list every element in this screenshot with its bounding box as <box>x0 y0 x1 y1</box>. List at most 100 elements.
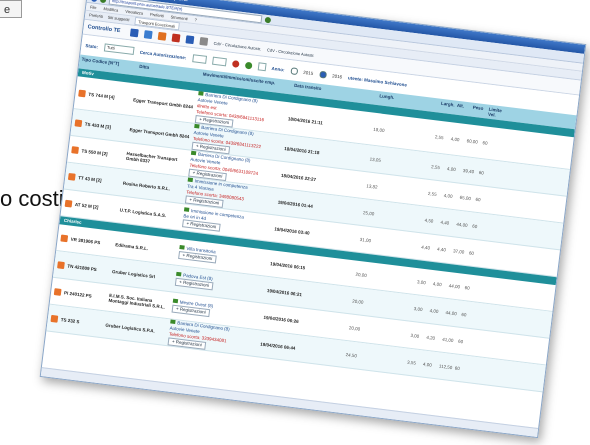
status-flag-icon <box>194 123 200 129</box>
header-peso[interactable]: Peso <box>470 104 487 116</box>
anno-radio-2015[interactable] <box>290 66 298 75</box>
vel-cell: 60 <box>464 284 471 291</box>
lungh-cell: 31,00 <box>359 236 372 243</box>
detail-icon[interactable] <box>74 118 83 127</box>
peso-cell: 65,00 <box>459 194 472 201</box>
largh-cell: 3,00 <box>410 332 420 339</box>
status-flag-icon <box>176 271 182 277</box>
code-cell[interactable]: VR 381906 PS <box>57 233 115 248</box>
detail-icon[interactable] <box>53 287 62 296</box>
date-cell: 18/04/2016 22:27 <box>280 172 317 182</box>
code-text: VR 381906 PS <box>70 236 101 245</box>
toolbar-link-2[interactable]: CdV - Circolazione Autostr. <box>267 47 315 58</box>
vel-cell: 60 <box>475 196 481 202</box>
settings-icon[interactable] <box>199 36 209 46</box>
largh-cell: 3,00 <box>416 278 427 285</box>
date-cell: 19/04/2016 06:21 <box>266 287 303 297</box>
lungh-cell: 13,05 <box>369 156 382 163</box>
largh-cell: 4,50 <box>424 217 434 224</box>
alt-cell: 4,20 <box>426 334 436 341</box>
largh-cell: 2,55 <box>430 163 441 170</box>
largh-cell: 4,40 <box>421 244 431 251</box>
anno-label: Anno: <box>271 65 285 72</box>
movimenti-cell: Mestre Ovest (8) + Registrazioni <box>171 298 265 324</box>
detail-icon[interactable] <box>71 145 80 154</box>
app-title: Controllo TE <box>87 24 121 35</box>
movimenti-cell: Padova Est (8) + Registrazioni <box>174 271 268 297</box>
detail-icon[interactable] <box>78 89 87 97</box>
ditta-cell: Rosina Roberto S.R.L. <box>122 180 171 191</box>
filter-checkbox[interactable] <box>257 62 267 72</box>
ok-icon[interactable] <box>244 61 253 69</box>
largh-cell: 2,55 <box>434 133 444 140</box>
code-text: AT 52 M [2] <box>74 201 99 210</box>
ditta-cell: Egger Transport Gmbh 8244 <box>132 96 194 110</box>
vel-cell: 60 <box>457 338 464 344</box>
detail-icon[interactable] <box>60 233 69 242</box>
code-cell[interactable]: TS 744 M [4] <box>75 89 133 103</box>
lungh-cell: 25,00 <box>362 209 375 216</box>
alt-cell: 4,40 <box>440 219 450 226</box>
code-cell[interactable]: PI 240122 PS <box>51 287 109 301</box>
vel-cell: 60 <box>472 223 478 229</box>
favorites-button[interactable]: Preferiti <box>89 11 104 21</box>
forward-icon[interactable] <box>99 0 107 3</box>
status-flag-icon <box>179 245 185 250</box>
menu-item-file[interactable]: File <box>90 3 97 11</box>
header-largh[interactable]: Largh. <box>438 101 455 113</box>
largh-cell: 3,55 <box>406 359 417 366</box>
ditta-cell: Gruber Logistics S.P.A. <box>105 322 156 334</box>
alert-icon[interactable] <box>171 33 181 43</box>
peso-cell: 44,00 <box>456 221 468 228</box>
detail-icon[interactable] <box>67 172 76 181</box>
users-icon[interactable] <box>129 28 139 38</box>
detail-icon[interactable] <box>64 199 73 208</box>
detail-icon[interactable] <box>50 314 59 323</box>
lungh-cell: 18,00 <box>373 126 385 133</box>
code-cell[interactable]: TT 43 M [2] <box>65 172 123 186</box>
refresh-icon[interactable] <box>264 16 272 23</box>
ditta-cell: Hasselbacher Transport Gmbh 8337 <box>125 150 178 164</box>
date-cell: 19/04/2016 06:44 <box>260 341 296 351</box>
header-alt[interactable]: Alt. <box>454 103 471 115</box>
cerca-select-1[interactable] <box>191 54 207 64</box>
browser-window: Trasporti Eccezionali - Internet Explore… <box>39 0 587 439</box>
code-cell[interactable]: AT 52 M [2] <box>62 199 120 213</box>
toolbar-link-1[interactable]: CdV - Circolazione Autostr. <box>213 40 261 51</box>
code-cell[interactable]: TS 453 M [3] <box>72 118 130 132</box>
truck-icon[interactable] <box>157 31 167 41</box>
peso-cell: 60,00 <box>466 137 479 145</box>
anno-option-2015: 2015 <box>303 69 314 76</box>
peso-cell: 44,00 <box>445 309 458 316</box>
stop-icon[interactable] <box>231 59 240 68</box>
lungh-cell: 20,00 <box>352 297 364 305</box>
status-flag-icon <box>187 177 194 183</box>
code-cell[interactable]: TS 550 M [2] <box>68 145 126 159</box>
header-vel[interactable]: Limite Vel. <box>486 106 503 118</box>
status-flag-icon <box>198 91 204 96</box>
movimenti-cell: Villa transitoria + Registrazioni <box>178 245 271 270</box>
menu-item-help[interactable]: ? <box>194 16 197 23</box>
back-icon[interactable] <box>90 0 98 2</box>
anno-radio-2016[interactable] <box>318 70 327 79</box>
stato-select[interactable]: Tutti <box>103 43 135 55</box>
anno-option-2016: 2016 <box>331 72 343 80</box>
status-flag-icon <box>183 207 190 212</box>
date-cell: 19/04/2016 01:44 <box>277 199 314 209</box>
status-flag-icon <box>170 319 176 325</box>
alt-cell: 4,00 <box>432 280 443 287</box>
vel-cell: 60 <box>468 249 475 256</box>
cerca-select-2[interactable] <box>211 56 227 67</box>
code-cell[interactable]: TS 232 S <box>48 314 106 328</box>
date-cell: 19/04/2016 06:26 <box>263 314 300 324</box>
code-text: TN 421809 PS <box>67 263 98 272</box>
alt-cell: 4,00 <box>450 135 460 142</box>
user-label: utente: Massimo Schiavone <box>347 74 408 87</box>
partial-button[interactable]: e <box>0 0 22 18</box>
code-cell[interactable]: TN 421809 PS <box>54 260 112 274</box>
document-icon[interactable] <box>143 30 153 40</box>
ditta-cell: U.T.P. Logistica S.A.S. <box>119 206 167 218</box>
print-icon[interactable] <box>185 35 195 45</box>
lungh-cell: 13,82 <box>366 182 378 190</box>
detail-icon[interactable] <box>57 260 65 269</box>
